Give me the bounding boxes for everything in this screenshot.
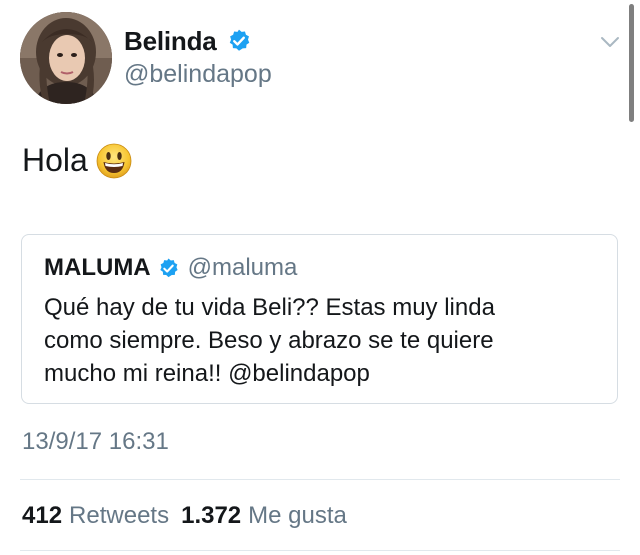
tweet-stats: 412 Retweets 1.372 Me gusta [22, 502, 359, 530]
tweet-timestamp[interactable]: 13/9/17 16:31 [22, 428, 169, 456]
retweets-label: Retweets [69, 502, 170, 529]
retweets-count: 412 [22, 502, 63, 529]
author-display-name[interactable]: Belinda [124, 26, 217, 57]
likes-count: 1.372 [181, 502, 242, 529]
tweet-text: Hola [22, 142, 132, 179]
retweets-stat[interactable]: 412 Retweets [22, 502, 169, 530]
author-name-row: Belinda [124, 24, 252, 58]
quoted-author-name: MALUMA [44, 254, 151, 281]
scrollbar[interactable] [629, 4, 634, 122]
quoted-tweet-header: MALUMA @maluma [44, 253, 297, 283]
likes-label: Me gusta [248, 502, 347, 529]
likes-stat[interactable]: 1.372 Me gusta [181, 502, 347, 530]
quoted-tweet[interactable]: MALUMA @maluma Qué hay de tu vida Beli??… [21, 234, 618, 404]
quoted-tweet-text: Qué hay de tu vida Beli?? Estas muy lind… [44, 294, 495, 387]
quoted-author-handle: @maluma [187, 254, 298, 281]
divider [20, 479, 620, 480]
smiling-face-emoji-icon [96, 143, 132, 179]
divider [20, 550, 620, 551]
avatar[interactable] [20, 12, 112, 104]
author-handle[interactable]: @belindapop [124, 60, 272, 89]
verified-icon [157, 257, 180, 280]
verified-icon [226, 28, 252, 54]
tweet-text-content: Hola [22, 142, 88, 178]
tweet-detail: Belinda @belindapop Hola MALUMA @maluma … [0, 0, 640, 555]
avatar-photo [20, 12, 112, 104]
chevron-down-icon[interactable] [598, 30, 622, 54]
